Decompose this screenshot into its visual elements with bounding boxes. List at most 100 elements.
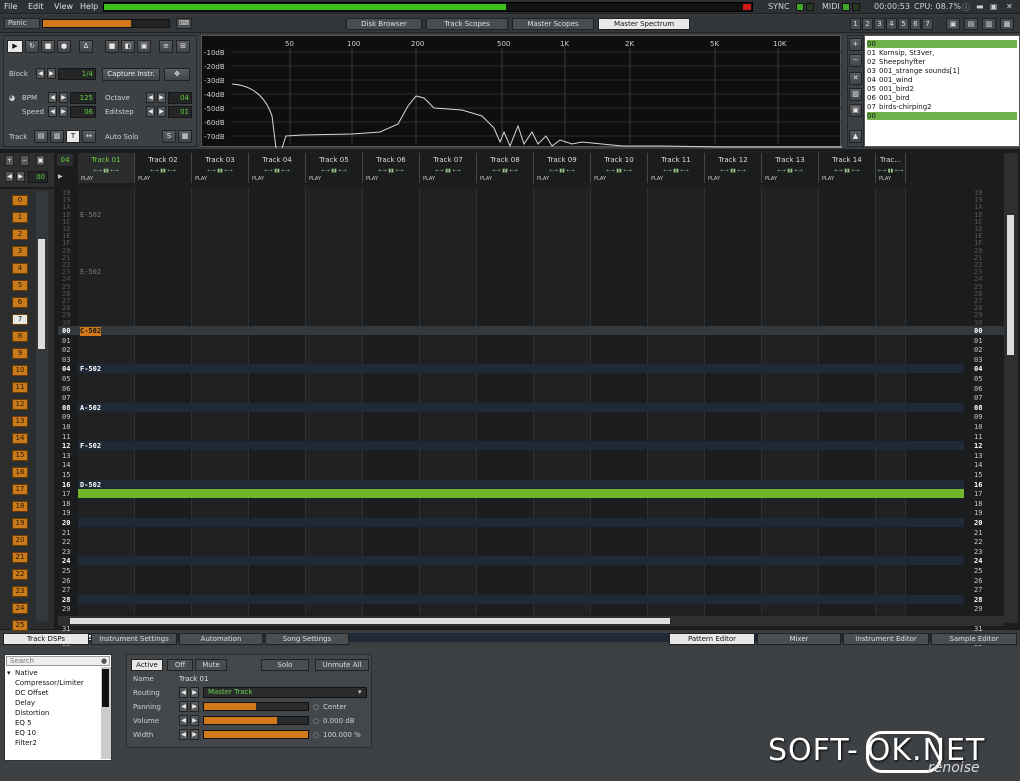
dsp-search-input[interactable]: Search bbox=[6, 656, 110, 666]
track-header[interactable]: Track 13 ←→ ▮▮ ←→ PLAY bbox=[762, 153, 819, 183]
sequence-slot[interactable]: 23 bbox=[12, 586, 28, 597]
block-value[interactable]: 1/4 bbox=[58, 68, 96, 80]
track-name-value[interactable]: Track 01 bbox=[179, 675, 208, 683]
solo-button[interactable]: Solo bbox=[261, 659, 309, 671]
menu-view[interactable]: View bbox=[54, 2, 73, 11]
octave-value[interactable]: 04 bbox=[168, 92, 192, 104]
sequence-slot[interactable]: 1 bbox=[12, 212, 28, 223]
editstep-decrement[interactable]: ◀ bbox=[146, 106, 155, 117]
sequence-slot[interactable]: 3 bbox=[12, 246, 28, 257]
track-header[interactable]: Track 14 ←→ ▮▮ ←→ PLAY bbox=[819, 153, 876, 183]
chevron-down-icon[interactable]: ▾ bbox=[358, 688, 362, 696]
loop-button[interactable]: ↻ bbox=[25, 40, 39, 53]
pattern-clone-icon[interactable]: ▣ bbox=[36, 155, 45, 166]
sequence-slot[interactable]: 0 bbox=[12, 195, 28, 206]
dsp-item[interactable]: EQ 5 bbox=[15, 719, 32, 727]
panning-slider[interactable] bbox=[203, 702, 309, 711]
volume-slider[interactable] bbox=[203, 716, 309, 725]
screen-button-2[interactable]: 2 bbox=[862, 18, 873, 30]
move-icon[interactable]: ✥ bbox=[164, 68, 190, 81]
bpm-value[interactable]: 125 bbox=[70, 92, 96, 104]
instrument-row[interactable]: 01 Kornsip, St3ver, bbox=[867, 49, 1017, 57]
menu-help[interactable]: Help bbox=[80, 2, 98, 11]
sync-led-2[interactable] bbox=[806, 3, 814, 11]
sequence-slot[interactable]: 10 bbox=[12, 365, 28, 376]
track-header[interactable]: Track 05 ←→ ▮▮ ←→ PLAY bbox=[306, 153, 363, 183]
note-cell[interactable]: A-502 bbox=[80, 404, 101, 413]
sequence-slot[interactable]: 17 bbox=[12, 484, 28, 495]
keyboard-icon[interactable]: ⌨ bbox=[176, 18, 192, 29]
speed-increment[interactable]: ▶ bbox=[59, 106, 68, 117]
dsp-item[interactable]: Delay bbox=[15, 699, 35, 707]
bpm-increment[interactable]: ▶ bbox=[59, 92, 68, 103]
octave-increment[interactable]: ▶ bbox=[157, 92, 166, 103]
sequence-slot[interactable]: 13 bbox=[12, 416, 28, 427]
screen-button-5[interactable]: 5 bbox=[898, 18, 909, 30]
save-icon[interactable]: ▣ bbox=[137, 40, 151, 53]
menu-edit[interactable]: Edit bbox=[28, 2, 44, 11]
volume-increment[interactable]: ▶ bbox=[190, 715, 199, 726]
screen-button-6[interactable]: 6 bbox=[910, 18, 921, 30]
metronome-icon[interactable]: ∆ bbox=[79, 40, 93, 53]
instrument-load-icon[interactable]: ▧ bbox=[849, 88, 862, 101]
dsp-item[interactable]: Filter2 bbox=[15, 739, 37, 747]
search-icon[interactable]: ● bbox=[101, 657, 107, 665]
sequence-slot[interactable]: 22 bbox=[12, 569, 28, 580]
routing-prev[interactable]: ◀ bbox=[179, 687, 188, 698]
dsp-item[interactable]: EQ 10 bbox=[15, 729, 36, 737]
sequence-slot[interactable]: 16 bbox=[12, 467, 28, 478]
block-increment[interactable]: ▶ bbox=[47, 68, 56, 79]
layout-icon-1[interactable]: ▣ bbox=[946, 18, 960, 30]
sequence-slot[interactable]: 6 bbox=[12, 297, 28, 308]
autosolo-toggle[interactable]: S bbox=[162, 130, 176, 143]
track-remove-icon[interactable]: ▥ bbox=[50, 130, 64, 143]
tab-sample-editor[interactable]: Sample Editor bbox=[931, 633, 1017, 645]
capture-instrument-button[interactable]: Capture Instr. bbox=[102, 68, 160, 81]
track-header[interactable]: Trac... ←→ ▮▮ ←→ PLAY bbox=[876, 153, 906, 183]
width-slider[interactable] bbox=[203, 730, 309, 739]
editstep-increment[interactable]: ▶ bbox=[157, 106, 166, 117]
note-cell[interactable]: F-502 bbox=[80, 365, 101, 374]
sequence-slot[interactable]: 25 bbox=[12, 620, 28, 631]
pattern-arrow-icon[interactable]: ▶ bbox=[58, 171, 67, 180]
instrument-add-icon[interactable]: + bbox=[849, 38, 862, 51]
info-icon[interactable]: ⓘ bbox=[962, 2, 970, 13]
panning-decrement[interactable]: ◀ bbox=[179, 701, 188, 712]
tab-automation[interactable]: Automation bbox=[179, 633, 263, 645]
bpm-decrement[interactable]: ◀ bbox=[48, 92, 57, 103]
block-decrement[interactable]: ◀ bbox=[36, 68, 45, 79]
layout-icon-4[interactable]: ▩ bbox=[1000, 18, 1014, 30]
screen-button-3[interactable]: 3 bbox=[874, 18, 885, 30]
tab-instrument-editor[interactable]: Instrument Editor bbox=[843, 633, 929, 645]
instrument-up-icon[interactable]: ▲ bbox=[849, 130, 862, 143]
record-button[interactable]: ● bbox=[57, 40, 71, 53]
instrument-delete-icon[interactable]: ✕ bbox=[849, 72, 862, 85]
dsp-root-toggle[interactable]: ▾ bbox=[7, 669, 11, 677]
tab-pattern-editor[interactable]: Pattern Editor bbox=[669, 633, 755, 645]
screen-button-4[interactable]: 4 bbox=[886, 18, 897, 30]
sequence-slot[interactable]: 5 bbox=[12, 280, 28, 291]
play-button[interactable]: ▶ bbox=[7, 40, 23, 53]
expand-icon[interactable]: ⊞ bbox=[176, 40, 190, 53]
sequence-slot[interactable]: 12 bbox=[12, 399, 28, 410]
pattern-prev-icon[interactable]: ◀ bbox=[5, 171, 14, 182]
track-header[interactable]: Track 09 ←→ ▮▮ ←→ PLAY bbox=[534, 153, 591, 183]
dsp-item[interactable]: Compressor/Limiter bbox=[15, 679, 84, 687]
pattern-follow-icon[interactable]: ■ bbox=[105, 40, 119, 53]
tab-mixer[interactable]: Mixer bbox=[757, 633, 841, 645]
minimize-icon[interactable]: ▬ bbox=[976, 2, 984, 11]
layout-icon-2[interactable]: ▤ bbox=[964, 18, 978, 30]
instrument-row[interactable]: 03 001_strange sounds[1] bbox=[867, 67, 1017, 75]
tab-song-settings[interactable]: Song Settings bbox=[265, 633, 349, 645]
track-text-icon[interactable]: T bbox=[66, 130, 80, 143]
tab-track-dsps[interactable]: Track DSPs bbox=[3, 633, 89, 645]
routing-select[interactable]: Master Track bbox=[203, 687, 367, 698]
pattern-remove-icon[interactable]: − bbox=[20, 155, 29, 166]
mute-toggle[interactable]: Mute bbox=[195, 659, 227, 671]
sequence-number[interactable]: 00 bbox=[28, 171, 48, 183]
pattern-vscroll[interactable] bbox=[1004, 153, 1018, 623]
note-cell[interactable]: D-502 bbox=[80, 481, 101, 490]
width-increment[interactable]: ▶ bbox=[190, 729, 199, 740]
menu-file[interactable]: File bbox=[4, 2, 17, 11]
sequence-slot[interactable]: 8 bbox=[12, 331, 28, 342]
